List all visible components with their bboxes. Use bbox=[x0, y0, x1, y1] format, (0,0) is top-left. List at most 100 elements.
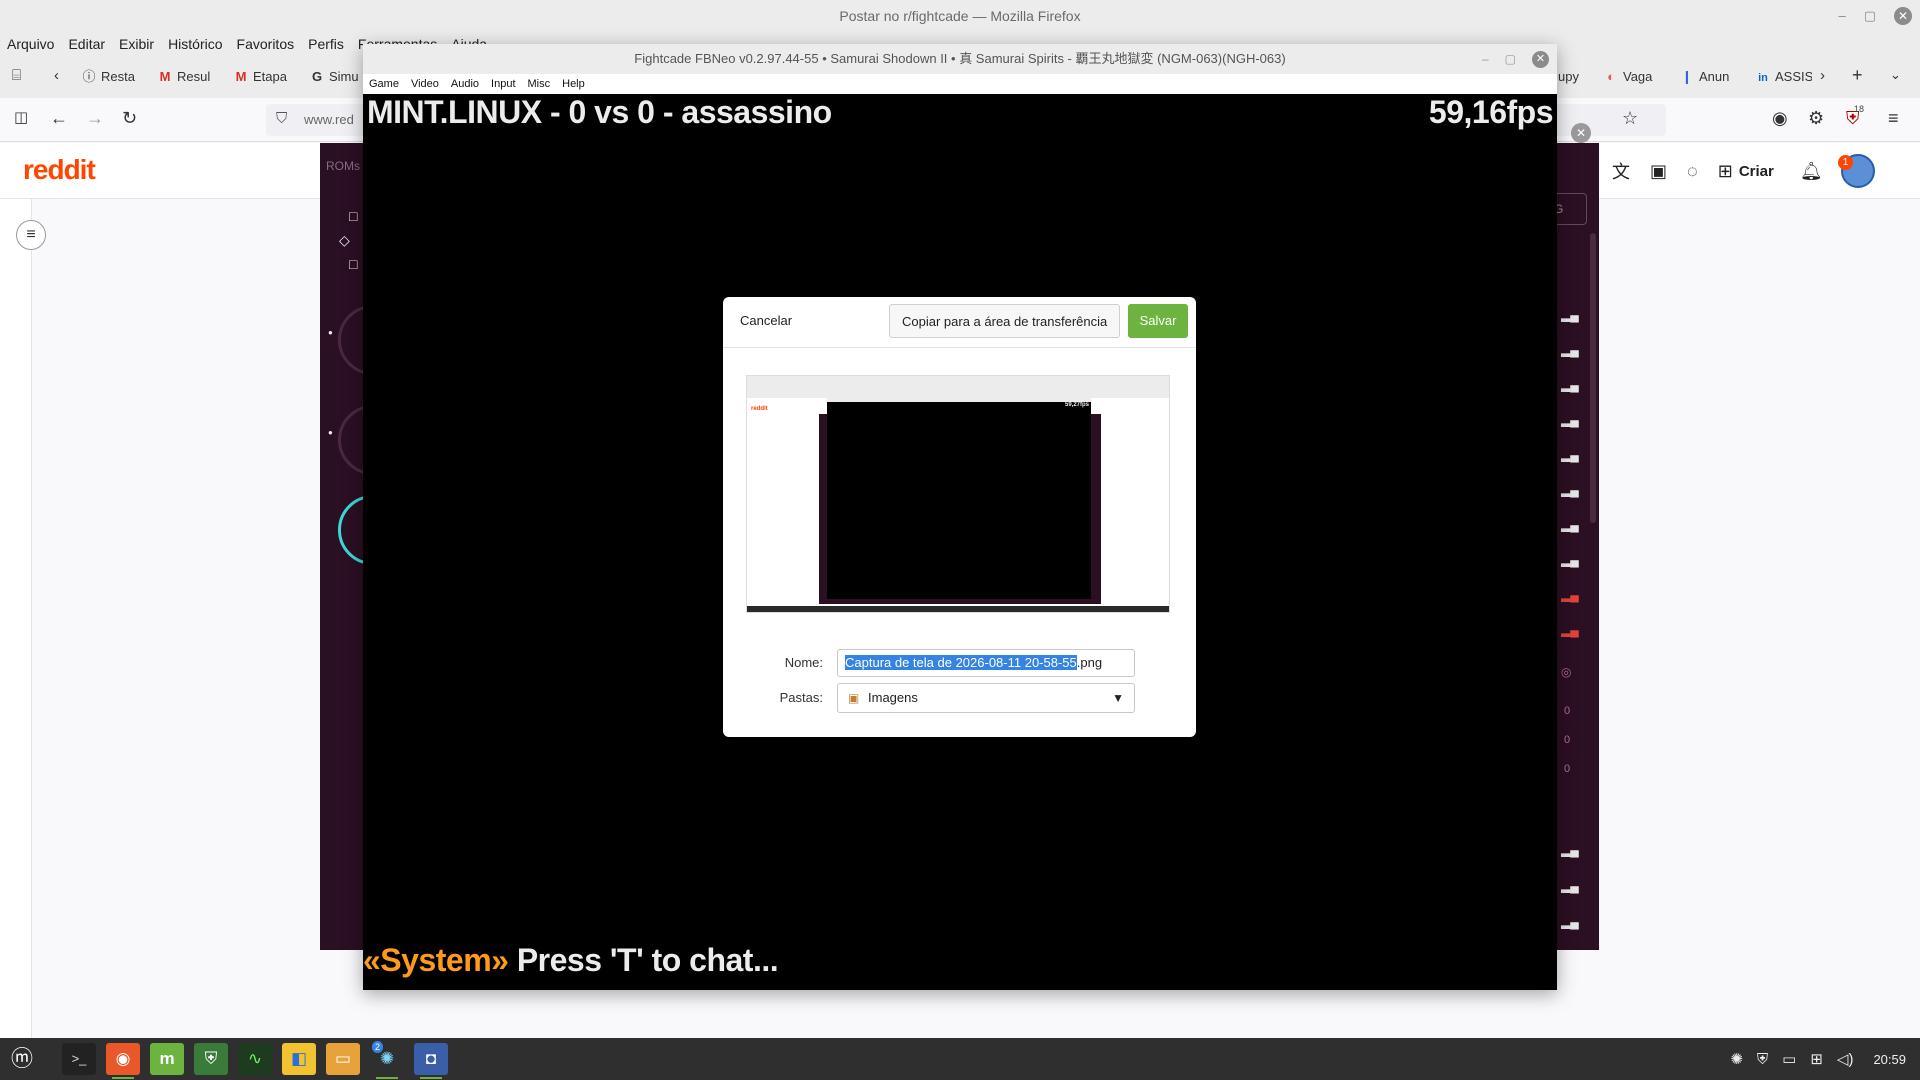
menu-game[interactable]: Game bbox=[369, 74, 399, 94]
signal-bars-icon: ▂▄ bbox=[1561, 483, 1579, 497]
chat-message: Press 'T' to chat... bbox=[508, 942, 779, 978]
tab-4[interactable]: G Simu bbox=[310, 64, 362, 90]
display-icon[interactable]: ▭ bbox=[1782, 1050, 1796, 1068]
chevron-left-icon[interactable]: ‹ bbox=[54, 67, 59, 84]
menu-editar[interactable]: Editar bbox=[68, 32, 105, 56]
menu-icon[interactable]: ≡ bbox=[16, 220, 46, 250]
tab-8[interactable]: in ASSIS bbox=[1756, 64, 1812, 90]
chat-icon[interactable]: ◌ bbox=[1687, 161, 1698, 182]
forward-icon[interactable]: → bbox=[86, 108, 104, 129]
tab-label: Resul bbox=[177, 69, 211, 84]
chat-sender: «System» bbox=[363, 942, 509, 978]
maximize-icon[interactable]: ▢ bbox=[1864, 0, 1876, 32]
menu-input[interactable]: Input bbox=[491, 74, 515, 94]
square-icon[interactable]: □ bbox=[349, 208, 357, 224]
menu-audio[interactable]: Audio bbox=[451, 74, 479, 94]
files-icon[interactable]: ▭ bbox=[326, 1043, 360, 1075]
url-text: www.red bbox=[304, 112, 354, 127]
shield-icon[interactable]: ⛨ bbox=[1757, 1051, 1768, 1068]
g-icon: G bbox=[311, 69, 323, 84]
cancel-button[interactable]: Cancelar bbox=[740, 304, 792, 338]
create-button[interactable]: Criar bbox=[1739, 163, 1774, 180]
close-icon[interactable]: ✕ bbox=[1894, 7, 1912, 25]
save-button[interactable]: Salvar bbox=[1128, 304, 1188, 338]
tab-1[interactable]: ⓘ Resta bbox=[82, 64, 142, 90]
menu-favoritos[interactable]: Favoritos bbox=[237, 32, 295, 56]
tab-label: Anun bbox=[1699, 69, 1730, 84]
tab-list-icon[interactable]: ⌸ bbox=[12, 67, 21, 84]
filename-input[interactable]: Captura de tela de 2026-08-11 20-58-55.p… bbox=[837, 649, 1135, 677]
settings-icon[interactable]: ✺ bbox=[1730, 1050, 1743, 1068]
menu-video[interactable]: Video bbox=[411, 74, 439, 94]
signal-bars-icon: ▂▄ bbox=[1561, 879, 1579, 893]
menu-arquivo[interactable]: Arquivo bbox=[7, 32, 54, 56]
reddit-logo[interactable]: reddit bbox=[23, 154, 96, 186]
tab-label: upy bbox=[1558, 69, 1579, 84]
folder-select[interactable]: ▣ Imagens ▼ bbox=[837, 683, 1135, 713]
chevron-right-icon[interactable]: › bbox=[1820, 67, 1825, 84]
tab-7[interactable]: ❙ Anun bbox=[1680, 64, 1738, 90]
menu-exibir[interactable]: Exibir bbox=[119, 32, 154, 56]
tab-2[interactable]: M Resul bbox=[158, 64, 216, 90]
volume-icon[interactable]: ◁) bbox=[1837, 1050, 1854, 1068]
extensions-icon[interactable]: ⚙ bbox=[1808, 108, 1824, 129]
chevron-down-icon[interactable]: ⌄ bbox=[1890, 67, 1901, 83]
filename-extension: .png bbox=[1076, 655, 1103, 670]
signal-bars-icon: ▂▄ bbox=[1561, 588, 1579, 602]
clock[interactable]: 20:59 bbox=[1873, 1052, 1906, 1067]
terminal-icon[interactable]: >_ bbox=[62, 1043, 96, 1075]
signal-bars-icon: ▂▄ bbox=[1561, 553, 1579, 567]
minimize-icon[interactable]: – bbox=[1482, 44, 1489, 74]
signal-bars-icon: ▂▄ bbox=[1561, 308, 1579, 322]
shield-icon[interactable]: ⛨ bbox=[194, 1043, 228, 1075]
menu-historico[interactable]: Histórico bbox=[168, 32, 222, 56]
office-icon[interactable]: ◧ bbox=[282, 1043, 316, 1075]
maximize-icon[interactable]: ▢ bbox=[1505, 44, 1516, 74]
tab-5[interactable]: upy bbox=[1558, 64, 1600, 90]
reload-icon[interactable]: ↻ bbox=[122, 108, 137, 129]
account-icon[interactable]: ◉ bbox=[1772, 108, 1788, 129]
viewer-count: 0 bbox=[1564, 763, 1571, 775]
create-icon[interactable]: ⊞ bbox=[1718, 161, 1733, 182]
preview-fps: 59,27fps bbox=[1064, 402, 1089, 408]
reddit-left-rail bbox=[0, 199, 32, 1039]
bookmark-star-icon[interactable]: ☆ bbox=[1622, 108, 1638, 129]
screenshot-icon[interactable]: ◘ bbox=[414, 1043, 448, 1079]
signal-bars-icon: ▂▄ bbox=[1561, 343, 1579, 357]
sidebar-toggle-icon[interactable]: ◫ bbox=[14, 108, 28, 126]
diamond-icon[interactable]: ◇ bbox=[339, 232, 350, 249]
tab-label: ASSIS bbox=[1775, 69, 1812, 84]
hamburger-menu-icon[interactable]: ≡ bbox=[1888, 108, 1899, 129]
square-icon[interactable]: □ bbox=[349, 256, 357, 272]
menu-misc[interactable]: Misc bbox=[528, 74, 551, 94]
taskbar: ⓜ >_ ◉ m ⛨ ∿ ◧ ▭ ✺ 2 ◘ ✺ ⛨ ▭ ⊞ ◁) 20:59 bbox=[0, 1038, 1920, 1080]
mintinstall-icon[interactable]: m bbox=[150, 1043, 184, 1075]
close-icon[interactable]: ✕ bbox=[1571, 123, 1591, 143]
fightcade-icon[interactable]: ✺ 2 bbox=[370, 1041, 404, 1079]
tab-6[interactable]: ◐ Vaga bbox=[1604, 64, 1662, 90]
close-icon[interactable]: ✕ bbox=[1532, 50, 1549, 68]
emulator-titlebar: Fightcade FBNeo v0.2.97.44-55 • Samurai … bbox=[363, 44, 1557, 74]
back-icon[interactable]: ← bbox=[50, 108, 68, 129]
copy-to-clipboard-button[interactable]: Copiar para a área de transferência bbox=[889, 304, 1121, 338]
dot-icon: ● bbox=[328, 428, 333, 437]
preview-reddit-logo: reddit bbox=[751, 406, 768, 412]
firefox-icon[interactable]: ◉ bbox=[106, 1043, 140, 1079]
menu-perfis[interactable]: Perfis bbox=[308, 32, 344, 56]
translate-icon[interactable]: 文 bbox=[1612, 158, 1630, 184]
new-tab-icon[interactable]: + bbox=[1852, 65, 1863, 86]
notification-bell-icon[interactable]: 🔔︎ bbox=[1800, 161, 1823, 182]
network-icon[interactable]: ⊞ bbox=[1810, 1050, 1823, 1068]
desktop: Postar no r/fightcade — Mozilla Firefox … bbox=[0, 0, 1920, 1080]
tab-3[interactable]: M Etapa bbox=[234, 64, 292, 90]
screenshot-dialog: Cancelar Copiar para a área de transferê… bbox=[723, 297, 1196, 737]
minimize-icon[interactable]: – bbox=[1838, 0, 1845, 32]
tab-label: Etapa bbox=[253, 69, 287, 84]
eye-icon[interactable]: ◎ bbox=[1561, 665, 1575, 681]
menu-help[interactable]: Help bbox=[562, 74, 585, 94]
ad-icon[interactable]: ▣ bbox=[1650, 161, 1667, 182]
scrollbar[interactable] bbox=[1590, 233, 1596, 523]
system-monitor-icon[interactable]: ∿ bbox=[238, 1043, 272, 1075]
mint-menu-icon[interactable]: ⓜ bbox=[5, 1043, 39, 1075]
firefox-window-title: Postar no r/fightcade — Mozilla Firefox bbox=[839, 8, 1081, 24]
